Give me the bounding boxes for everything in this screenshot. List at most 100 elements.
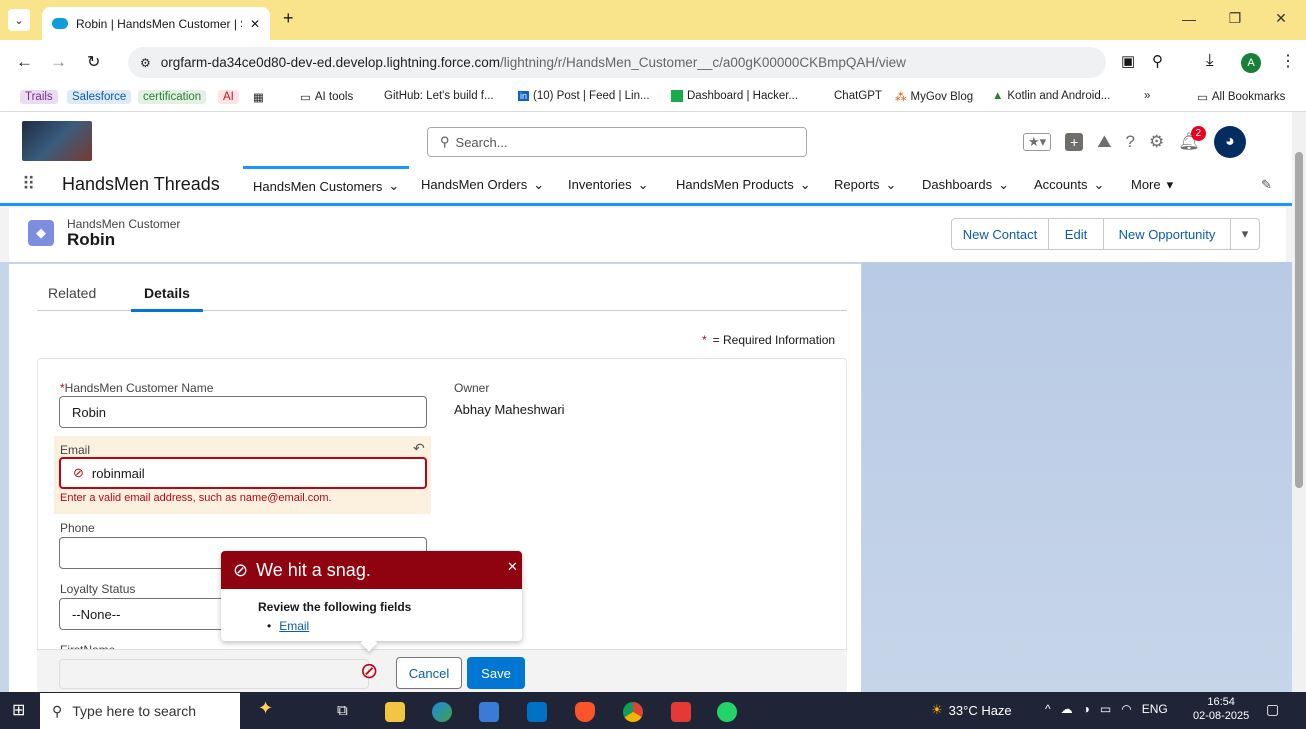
firstname-input[interactable]: [59, 659, 369, 689]
nav-tab-more[interactable]: More ▾: [1131, 166, 1173, 203]
global-search-input[interactable]: ⚲ Search...: [427, 127, 807, 157]
task-view-icon[interactable]: ⧉: [337, 702, 357, 722]
bookmark-trails[interactable]: Trails: [20, 90, 58, 104]
whatsapp-icon[interactable]: [717, 702, 737, 722]
nav-tab-handsmen-orders[interactable]: HandsMen Orders ⌄: [421, 166, 544, 203]
download-icon[interactable]: ⤓: [1206, 50, 1214, 70]
bookmark-certification[interactable]: certification: [138, 90, 207, 104]
chevron-down-icon[interactable]: ⌄: [388, 178, 399, 194]
close-tab-icon[interactable]: ✕: [250, 17, 260, 31]
page-scrollbar-thumb[interactable]: [1295, 152, 1303, 488]
cast-icon[interactable]: ▣: [1121, 52, 1135, 70]
site-info-icon[interactable]: ⚙: [140, 56, 151, 70]
bookmark-github[interactable]: GitHub: Let's build f...: [384, 90, 494, 102]
apps-grid-icon[interactable]: ▦: [253, 90, 264, 104]
back-icon[interactable]: ←: [16, 52, 33, 72]
header-utilities: ★▾ + ⛰ ? ⚙ 🔔︎ 2 ◕: [1023, 126, 1246, 158]
weather-widget[interactable]: ☀ 33°C Haze: [931, 702, 1012, 718]
app-launcher-icon[interactable]: ⠿: [22, 166, 35, 203]
outlook-icon[interactable]: [527, 702, 547, 722]
chevron-down-icon[interactable]: ⌄: [638, 177, 649, 193]
bookmark-kotlin[interactable]: ▲ Kotlin and Android...: [992, 90, 1110, 102]
forward-icon[interactable]: →: [50, 52, 67, 72]
help-icon[interactable]: ?: [1125, 132, 1134, 152]
file-explorer-icon[interactable]: [385, 702, 405, 722]
notifications-bell-icon[interactable]: 🔔︎ 2: [1178, 126, 1206, 152]
onedrive-icon[interactable]: ☁: [1061, 702, 1073, 716]
minimize-icon[interactable]: —: [1166, 11, 1212, 27]
address-bar[interactable]: ⚙ orgfarm-da34ce0d80-dev-ed.develop.ligh…: [128, 47, 1106, 78]
bookmark-salesforce[interactable]: Salesforce: [67, 90, 132, 104]
user-avatar[interactable]: ◕: [1213, 126, 1246, 158]
setup-gear-icon[interactable]: ⚙: [1149, 132, 1164, 152]
undo-icon[interactable]: ↶: [413, 440, 425, 457]
reload-icon[interactable]: ↻: [87, 52, 100, 72]
battery-icon[interactable]: ▭: [1100, 702, 1111, 716]
wifi-icon[interactable]: ◠: [1121, 702, 1131, 716]
bookmark-mygov[interactable]: ⁂ MyGov Blog: [895, 90, 973, 104]
meet-icon[interactable]: ◑: [1083, 702, 1090, 716]
tray-chevron-up-icon[interactable]: ^: [1045, 702, 1051, 716]
trailhead-icon[interactable]: ⛰: [1097, 132, 1111, 152]
close-icon[interactable]: ✕: [507, 559, 518, 575]
customer-name-input[interactable]: Robin: [59, 396, 427, 428]
bookmark-ai[interactable]: AI: [218, 90, 239, 104]
chevron-down-icon[interactable]: ⌄: [533, 177, 544, 193]
browser-tab-active[interactable]: Robin | HandsMen Customer | S ✕: [42, 7, 270, 40]
global-actions-plus-icon[interactable]: +: [1065, 133, 1084, 151]
brave-icon[interactable]: [575, 702, 595, 722]
caret-down-icon[interactable]: ▾: [1167, 177, 1174, 193]
clock[interactable]: 16:54 02-08-2025: [1193, 695, 1249, 723]
restore-icon[interactable]: ❐: [1212, 10, 1258, 27]
chrome-icon[interactable]: [623, 702, 643, 722]
menu-dots-icon[interactable]: ⋮: [1280, 51, 1296, 71]
chevron-down-icon[interactable]: ⌄: [1093, 177, 1104, 193]
nav-tab-dashboards[interactable]: Dashboards ⌄: [922, 166, 1009, 203]
chevron-down-icon[interactable]: ⌄: [886, 177, 897, 193]
bookmark-linkedin[interactable]: in (10) Post | Feed | Lin...: [518, 90, 650, 102]
extensions-icon[interactable]: ⚲: [1152, 52, 1163, 70]
nav-tab-handsmen-customers[interactable]: HandsMen Customers ⌄: [243, 166, 410, 203]
windows-start-icon[interactable]: ⊞: [12, 700, 25, 720]
cancel-button[interactable]: Cancel: [396, 657, 462, 689]
tab-related[interactable]: Related: [48, 285, 96, 301]
error-popover: ⊘ We hit a snag. ✕ Review the following …: [221, 551, 522, 652]
copilot-sparkle-icon[interactable]: ✦: [258, 698, 273, 719]
all-bookmarks[interactable]: ▭ All Bookmarks: [1197, 90, 1285, 104]
bookmark-chatgpt[interactable]: ChatGPT: [834, 90, 882, 102]
window-controls: — ❐ ✕: [1166, 10, 1304, 27]
close-window-icon[interactable]: ✕: [1258, 10, 1304, 27]
browser-tab-title: Robin | HandsMen Customer | S: [76, 16, 242, 31]
chevron-down-icon[interactable]: ⌄: [998, 177, 1009, 193]
nav-tab-inventories[interactable]: Inventories ⌄: [568, 166, 649, 203]
profile-avatar[interactable]: A: [1241, 53, 1261, 73]
bookmark-hackerrank[interactable]: Dashboard | Hacker...: [671, 90, 798, 102]
wps-icon[interactable]: [671, 702, 691, 722]
bookmarks-overflow[interactable]: »: [1144, 90, 1150, 102]
new-tab-button[interactable]: +: [283, 8, 294, 29]
org-logo[interactable]: [22, 121, 92, 161]
sidebar-panel: [862, 262, 1292, 692]
more-actions-chevron-icon[interactable]: ▾: [1230, 218, 1260, 250]
save-button[interactable]: Save: [467, 657, 525, 689]
store-icon[interactable]: [479, 702, 499, 722]
chevron-down-icon[interactable]: ⌄: [800, 177, 811, 193]
language-indicator[interactable]: ENG: [1142, 702, 1168, 716]
nav-tab-handsmen-products[interactable]: HandsMen Products ⌄: [676, 166, 811, 203]
notification-center-icon[interactable]: ▢: [1266, 701, 1279, 718]
favorites-star-icon[interactable]: ★▾: [1023, 133, 1052, 151]
new-opportunity-button[interactable]: New Opportunity: [1103, 218, 1231, 250]
edit-button[interactable]: Edit: [1048, 218, 1104, 250]
tab-details[interactable]: Details: [131, 285, 203, 312]
bookmark-ai-tools[interactable]: ▭ AI tools: [300, 90, 353, 104]
error-ban-icon[interactable]: ⊘: [360, 660, 378, 682]
email-input[interactable]: ⊘ robinmail: [59, 457, 427, 489]
taskbar-search-input[interactable]: ⚲ Type here to search: [40, 693, 240, 729]
nav-tab-accounts[interactable]: Accounts ⌄: [1034, 166, 1104, 203]
new-contact-button[interactable]: New Contact: [951, 218, 1049, 250]
edit-nav-pencil-icon[interactable]: ✎: [1261, 166, 1272, 203]
edge-icon[interactable]: [432, 702, 452, 722]
error-field-link[interactable]: Email: [279, 619, 309, 633]
tab-search-chevron-icon[interactable]: ⌄: [8, 9, 30, 31]
nav-tab-reports[interactable]: Reports ⌄: [834, 166, 896, 203]
